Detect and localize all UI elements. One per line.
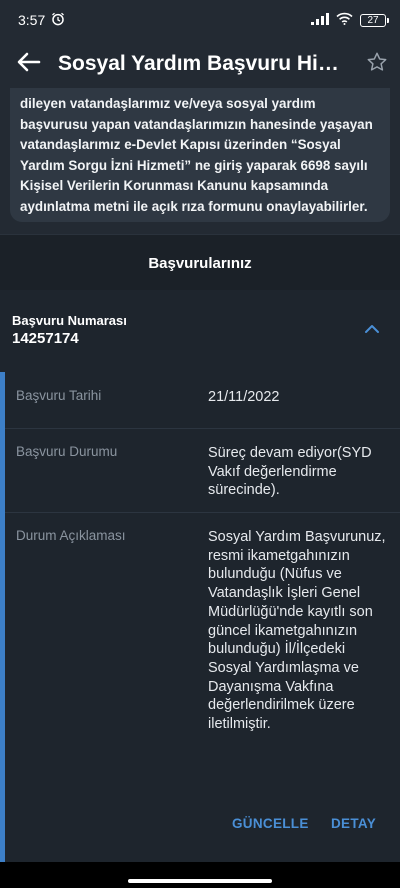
info-line: dileyen vatandaşlarımız ve/veya sosyal y… <box>20 96 316 111</box>
info-line: Yardım Sorgu İzni Hizmeti” ne giriş yapa… <box>20 157 368 173</box>
detail-value: 21/11/2022 <box>208 389 280 405</box>
application-number-label: Başvuru Numarası <box>12 313 127 328</box>
update-button[interactable]: GÜNCELLE <box>232 816 309 831</box>
arrow-left-icon <box>17 52 41 77</box>
app-bar: Sosyal Yardım Başvuru Hizmeti <box>0 40 400 88</box>
detail-value: Sosyal Yardım Başvurunuz, resmi ikametga… <box>208 529 386 733</box>
status-bar: 3:57 27 <box>0 0 400 40</box>
detail-label: Durum Açıklaması <box>16 528 126 543</box>
detail-button[interactable]: DETAY <box>331 816 376 831</box>
application-number: 14257174 <box>12 330 79 347</box>
collapse-button[interactable] <box>358 316 386 344</box>
info-card: dileyen vatandaşlarımız ve/veya sosyal y… <box>10 88 390 222</box>
back-button[interactable] <box>0 40 58 88</box>
info-section: dileyen vatandaşlarımız ve/veya sosyal y… <box>0 88 400 234</box>
wifi-icon <box>336 12 353 28</box>
status-time: 3:57 <box>18 12 46 28</box>
battery-level: 27 <box>367 14 379 26</box>
detail-row: Durum Açıklaması Sosyal Yardım Başvurunu… <box>5 512 400 792</box>
detail-label: Başvuru Durumu <box>16 444 118 459</box>
application-details: Başvuru Tarihi 21/11/2022 Başvuru Durumu… <box>0 372 400 862</box>
info-line: başvurusu yapan vatandaşlarımızın hanesi… <box>20 116 373 132</box>
favorite-button[interactable] <box>354 40 400 88</box>
info-line: Kişisel Verilerin Korunması Kanunu kapsa… <box>20 178 329 194</box>
action-bar: GÜNCELLE DETAY <box>5 794 400 852</box>
page-title: Sosyal Yardım Başvuru Hizmeti <box>58 52 354 75</box>
detail-row: Başvuru Tarihi 21/11/2022 <box>5 372 400 429</box>
detail-value: Süreç devam ediyor(SYD Vakıf değerlendir… <box>208 445 372 499</box>
home-indicator[interactable] <box>128 879 272 883</box>
info-line: aydınlatma metni ile açık rıza formunu o… <box>20 198 368 214</box>
section-title: Başvurularınız <box>148 254 252 272</box>
detail-label: Başvuru Tarihi <box>16 388 102 403</box>
detail-row: Başvuru Durumu Süreç devam ediyor(SYD Va… <box>5 428 400 513</box>
system-nav-bar <box>0 862 400 888</box>
chevron-up-icon <box>364 321 380 339</box>
application-header[interactable]: Başvuru Numarası 14257174 <box>0 290 400 372</box>
section-header: Başvurularınız <box>0 234 400 292</box>
alarm-icon <box>51 12 65 29</box>
battery-icon: 27 <box>360 13 389 27</box>
star-outline-icon <box>366 51 388 78</box>
signal-icon <box>311 12 329 28</box>
info-line: vatandaşlarımız e-Devlet Kapısı üzerinde… <box>20 137 341 153</box>
